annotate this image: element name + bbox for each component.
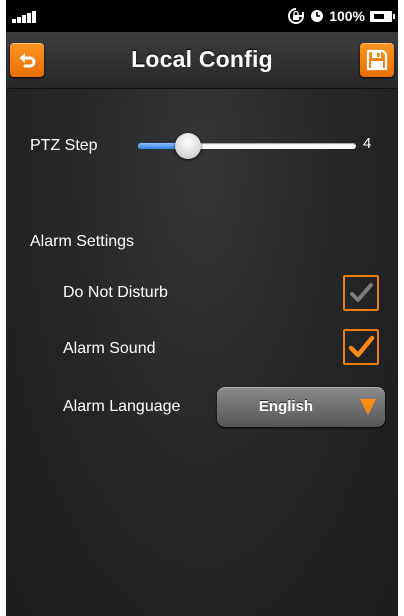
save-floppy-icon	[366, 49, 388, 71]
alarm-settings-heading: Alarm Settings	[30, 233, 135, 250]
slider-thumb[interactable]	[175, 133, 202, 159]
status-right-group: 100%	[287, 6, 395, 26]
rotation-lock-icon	[288, 8, 305, 24]
alarm-language-value: English	[258, 398, 314, 415]
chevron-down-icon	[360, 399, 376, 415]
alarm-language-label: Alarm Language	[63, 398, 181, 415]
save-button[interactable]	[360, 43, 394, 77]
alarm-clock-icon	[311, 10, 324, 22]
alarm-sound-checkbox[interactable]	[343, 329, 379, 365]
status-bar: 100%	[6, 0, 398, 32]
phone-screen: 100% Local Config PTZ Step 4 Alarm Setti…	[6, 0, 398, 616]
battery-charging-icon	[370, 10, 395, 22]
page-title: Local Config	[131, 46, 273, 72]
ptz-step-slider[interactable]	[138, 133, 356, 159]
checkmark-icon	[348, 335, 375, 358]
back-arrow-icon	[19, 53, 36, 68]
do-not-disturb-label: Do Not Disturb	[63, 284, 168, 301]
do-not-disturb-checkbox[interactable]	[343, 275, 379, 311]
battery-percent: 100%	[329, 8, 365, 24]
signal-bars-icon	[12, 11, 40, 23]
back-button[interactable]	[10, 43, 44, 77]
checkmark-icon	[350, 283, 373, 302]
alarm-language-select[interactable]: English	[217, 387, 385, 427]
ptz-step-label: PTZ Step	[30, 137, 98, 154]
nav-bar: Local Config	[6, 32, 398, 89]
alarm-sound-label: Alarm Sound	[63, 340, 156, 357]
ptz-step-value: 4	[363, 135, 372, 152]
